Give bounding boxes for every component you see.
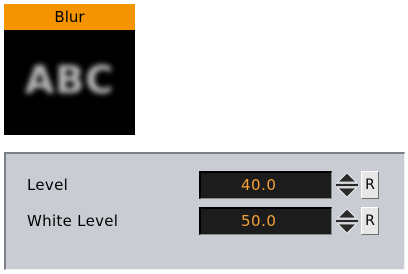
plugin-preview: ABC — [4, 30, 135, 135]
level-reset-button[interactable]: R — [361, 171, 379, 199]
white-level-increment-button[interactable] — [335, 206, 359, 221]
arrow-down-icon — [337, 223, 357, 234]
arrow-down-icon — [337, 187, 357, 198]
level-decrement-button[interactable] — [335, 185, 359, 200]
level-label: Level — [27, 176, 69, 194]
arrow-up-icon — [337, 172, 357, 183]
white-level-label: White Level — [27, 212, 119, 230]
preview-text: ABC — [24, 57, 115, 102]
level-spinner[interactable] — [335, 170, 359, 200]
level-value-field[interactable]: 40.0 — [199, 171, 332, 199]
level-increment-button[interactable] — [335, 170, 359, 185]
plugin-title: Blur — [4, 4, 135, 30]
white-level-decrement-button[interactable] — [335, 221, 359, 236]
property-panel: Level 40.0 R White Level 50.0 R — [4, 152, 405, 270]
property-row-level: Level 40.0 R — [6, 169, 404, 201]
arrow-up-icon — [337, 208, 357, 219]
blur-plugin-tile[interactable]: Blur ABC — [4, 4, 135, 135]
white-level-value-field[interactable]: 50.0 — [199, 207, 332, 235]
white-level-spinner[interactable] — [335, 206, 359, 236]
property-row-white-level: White Level 50.0 R — [6, 205, 404, 237]
white-level-reset-button[interactable]: R — [361, 207, 379, 235]
